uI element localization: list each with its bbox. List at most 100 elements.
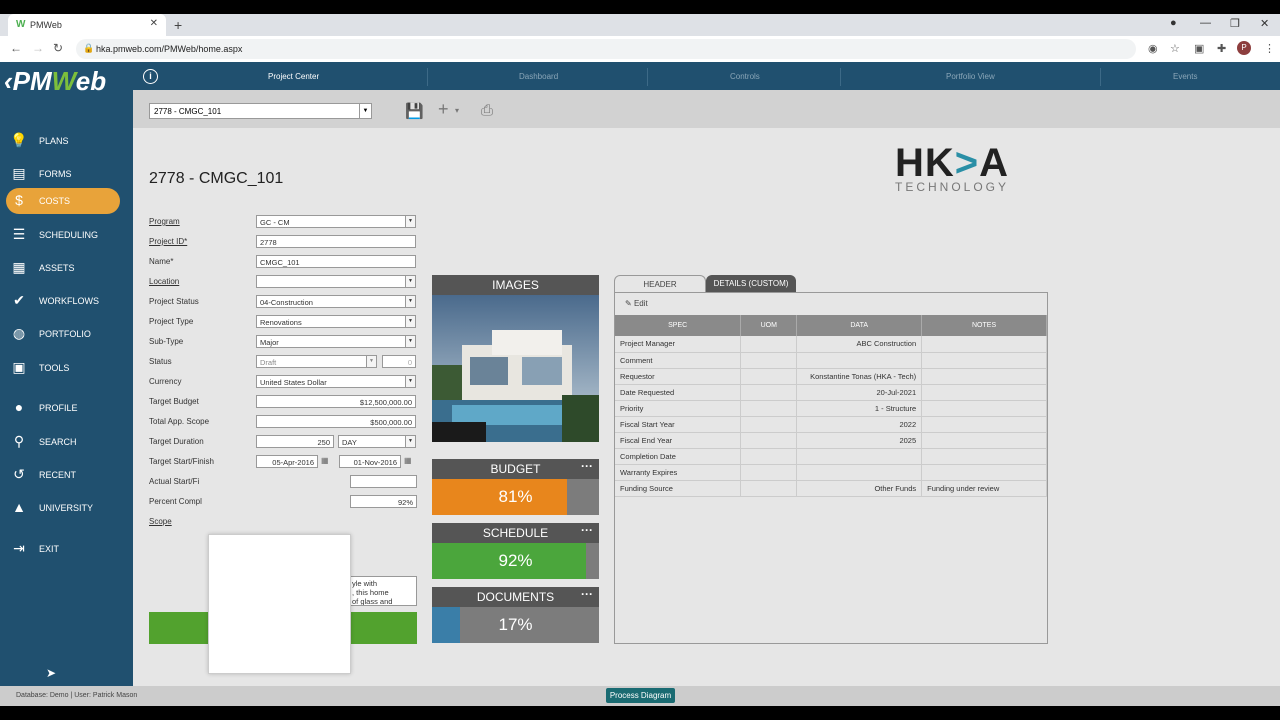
sidebar-item-tools[interactable]: ▣ TOOLS bbox=[0, 355, 133, 381]
tab-project-center[interactable]: Project Center bbox=[268, 72, 319, 81]
location-label[interactable]: Location bbox=[149, 277, 179, 286]
profile-menu-icon[interactable]: ● bbox=[1170, 17, 1177, 29]
sub-type-select[interactable]: Major ▼ bbox=[256, 335, 416, 348]
tab-dashboard[interactable]: Dashboard bbox=[519, 72, 558, 81]
table-row[interactable]: Fiscal Start Year 2022 bbox=[615, 416, 1047, 433]
calendar-icon[interactable]: ▦ bbox=[404, 456, 412, 465]
extension-badge-icon[interactable]: ▣ bbox=[1194, 42, 1204, 55]
column-header-uom[interactable]: UOM bbox=[740, 315, 798, 336]
duration-unit-select[interactable]: DAY ▼ bbox=[338, 435, 416, 448]
browser-tab[interactable]: W PMWeb ✕ bbox=[8, 14, 166, 36]
sidebar-item-forms[interactable]: ▤ FORMS bbox=[0, 161, 133, 187]
sidebar-item-costs[interactable]: $ COSTS bbox=[6, 188, 120, 214]
tab-details-custom[interactable]: DETAILS (CUSTOM) bbox=[706, 275, 796, 293]
calendar-icon[interactable]: ▦ bbox=[321, 456, 329, 465]
project-select[interactable]: 2778 - CMGC_101 ▼ bbox=[149, 103, 372, 119]
scope-label[interactable]: Scope bbox=[149, 517, 172, 526]
close-tab-icon[interactable]: ✕ bbox=[150, 18, 158, 29]
more-icon[interactable]: ··· bbox=[581, 523, 593, 537]
more-icon[interactable]: ··· bbox=[581, 459, 593, 473]
reload-icon[interactable]: ↻ bbox=[53, 41, 63, 55]
info-icon[interactable]: i bbox=[143, 69, 158, 84]
tab-header[interactable]: HEADER bbox=[614, 275, 706, 293]
project-id-label[interactable]: Project ID* bbox=[149, 237, 187, 246]
cell-spec: Project Manager bbox=[615, 336, 742, 353]
documents-card[interactable]: DOCUMENTS ··· 17% bbox=[432, 587, 599, 643]
target-budget-field[interactable]: $12,500,000.00 bbox=[256, 395, 416, 408]
table-row[interactable]: Project Manager ABC Construction bbox=[615, 336, 1047, 353]
target-start-field[interactable]: 05-Apr-2016 bbox=[256, 455, 318, 468]
address-bar[interactable]: 🔒 hka.pmweb.com/PMWeb/home.aspx bbox=[76, 39, 1136, 59]
add-dropdown-icon[interactable]: ▾ bbox=[455, 106, 459, 115]
table-row[interactable]: Requestor Konstantine Tonas (HKA - Tech) bbox=[615, 368, 1047, 385]
target-finish-field[interactable]: 01-Nov-2016 bbox=[339, 455, 401, 468]
images-card[interactable]: IMAGES bbox=[432, 275, 599, 442]
currency-select[interactable]: United States Dollar ▼ bbox=[256, 375, 416, 388]
restore-icon[interactable]: ❐ bbox=[1230, 17, 1240, 30]
sidebar-item-profile[interactable]: ● PROFILE bbox=[0, 395, 133, 421]
edit-button[interactable]: ✎ Edit bbox=[625, 299, 648, 308]
pmweb-logo[interactable]: ‹PMWeb bbox=[4, 66, 130, 102]
close-window-icon[interactable]: ✕ bbox=[1260, 17, 1269, 30]
schedule-card[interactable]: SCHEDULE ··· 92% bbox=[432, 523, 599, 579]
program-select[interactable]: GC - CM ▼ bbox=[256, 215, 416, 228]
sidebar-item-university[interactable]: ▲ UNIVERSITY bbox=[0, 495, 133, 521]
eye-icon[interactable]: ◉ bbox=[1148, 42, 1158, 55]
sidebar-item-search[interactable]: ⚲ SEARCH bbox=[0, 429, 133, 455]
table-row[interactable]: Date Requested 20-Jul-2021 bbox=[615, 384, 1047, 401]
status-select[interactable]: Draft ▼ bbox=[256, 355, 377, 368]
total-app-scope-field[interactable]: $500,000.00 bbox=[256, 415, 416, 428]
sidebar-item-scheduling[interactable]: ☰ SCHEDULING bbox=[0, 222, 133, 248]
column-header-notes[interactable]: NOTES bbox=[921, 315, 1047, 336]
sidebar-item-workflows[interactable]: ✔ WORKFLOWS bbox=[0, 288, 133, 314]
images-title: IMAGES bbox=[492, 278, 539, 292]
minimize-icon[interactable]: — bbox=[1200, 17, 1211, 29]
project-type-select[interactable]: Renovations ▼ bbox=[256, 315, 416, 328]
scope-textarea[interactable]: yle with , this home of glass and bbox=[350, 576, 417, 606]
table-row[interactable]: Priority 1 - Structure bbox=[615, 400, 1047, 417]
cell-spec: Funding Source bbox=[615, 480, 742, 497]
table-row[interactable]: Funding Source Other Funds Funding under r… bbox=[615, 480, 1047, 497]
percent-complete-field[interactable]: 92% bbox=[350, 495, 417, 508]
column-header-spec[interactable]: SPEC bbox=[615, 315, 742, 336]
actual-finish-field[interactable] bbox=[350, 475, 417, 488]
tab-portfolio-view[interactable]: Portfolio View bbox=[946, 72, 995, 81]
documents-percent: 17% bbox=[498, 615, 533, 634]
sidebar-item-exit[interactable]: ⇥ EXIT bbox=[0, 536, 133, 562]
status-number[interactable]: 0 bbox=[382, 355, 416, 368]
column-header-data[interactable]: DATA bbox=[796, 315, 923, 336]
table-row[interactable]: Warranty Expires bbox=[615, 464, 1047, 481]
program-label[interactable]: Program bbox=[149, 217, 180, 226]
extensions-puzzle-icon[interactable]: ✚ bbox=[1217, 42, 1226, 55]
add-icon[interactable]: + bbox=[438, 99, 449, 120]
back-icon[interactable]: ← bbox=[10, 41, 22, 55]
cell-data bbox=[796, 448, 923, 465]
more-icon[interactable]: ··· bbox=[581, 587, 593, 601]
save-icon[interactable]: 💾 bbox=[405, 102, 424, 120]
user-icon: ● bbox=[14, 399, 24, 415]
print-icon[interactable]: ⎙ bbox=[481, 102, 493, 119]
target-duration-field[interactable]: 250 bbox=[256, 435, 334, 448]
project-status-select[interactable]: 04-Construction ▼ bbox=[256, 295, 416, 308]
sidebar-item-portfolio[interactable]: ◍ PORTFOLIO bbox=[0, 321, 133, 347]
forward-icon[interactable]: → bbox=[32, 41, 44, 55]
name-field[interactable]: CMGC_101 bbox=[256, 255, 416, 268]
table-row[interactable]: Completion Date bbox=[615, 448, 1047, 465]
new-tab-icon[interactable]: + bbox=[174, 17, 182, 33]
sidebar-item-recent[interactable]: ↺ RECENT bbox=[0, 462, 133, 488]
location-select[interactable]: ▼ bbox=[256, 275, 416, 288]
chevron-down-icon[interactable]: ▼ bbox=[359, 104, 371, 118]
sidebar-item-assets[interactable]: ▦ ASSETS bbox=[0, 255, 133, 281]
table-row[interactable]: Fiscal End Year 2025 bbox=[615, 432, 1047, 449]
star-icon[interactable]: ☆ bbox=[1170, 42, 1180, 55]
project-id-field[interactable]: 2778 bbox=[256, 235, 416, 248]
tab-events[interactable]: Events bbox=[1173, 72, 1197, 81]
table-row[interactable]: Comment bbox=[615, 352, 1047, 369]
avatar[interactable]: P bbox=[1237, 41, 1251, 55]
browser-menu-icon[interactable]: ⋮ bbox=[1264, 42, 1275, 55]
cell-spec: Comment bbox=[615, 352, 742, 369]
process-diagram-button[interactable]: Process Diagram bbox=[606, 688, 675, 703]
sidebar-item-plans[interactable]: 💡 PLANS bbox=[0, 128, 133, 154]
tab-controls[interactable]: Controls bbox=[730, 72, 760, 81]
budget-card[interactable]: BUDGET ··· 81% bbox=[432, 459, 599, 515]
